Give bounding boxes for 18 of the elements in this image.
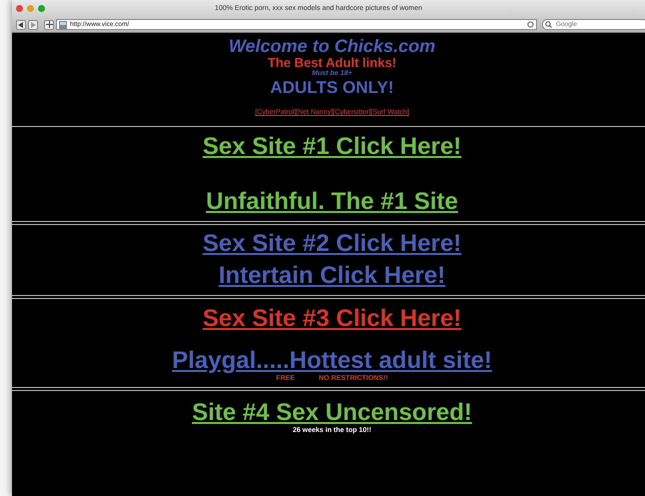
welcome-heading: Welcome to Chicks.com — [228, 36, 436, 56]
minimize-icon[interactable] — [27, 5, 34, 12]
site-link[interactable]: Unfaithful. The #1 Site — [206, 189, 458, 215]
site-link[interactable]: Site #4 Sex Uncensored! — [192, 400, 472, 426]
add-bookmark-button[interactable] — [44, 20, 54, 30]
search-icon — [545, 21, 554, 28]
close-icon[interactable] — [16, 5, 23, 12]
site-link[interactable]: Sex Site #3 Click Here! — [202, 306, 462, 332]
site-link[interactable]: Sex Site #2 Click Here! — [202, 231, 462, 257]
site-link[interactable]: Sex Site #1 Click Here! — [202, 134, 462, 160]
site-link[interactable]: Intertain Click Here! — [218, 263, 446, 289]
reload-icon[interactable] — [527, 21, 534, 28]
adults-only-heading: ADULTS ONLY! — [270, 78, 394, 97]
site-link[interactable]: Playgal.....Hottest adult site! — [172, 348, 492, 374]
back-button[interactable] — [16, 20, 26, 30]
favicon-icon — [59, 20, 67, 28]
tagline: The Best Adult links! — [268, 56, 396, 70]
zoom-icon[interactable] — [38, 5, 45, 12]
